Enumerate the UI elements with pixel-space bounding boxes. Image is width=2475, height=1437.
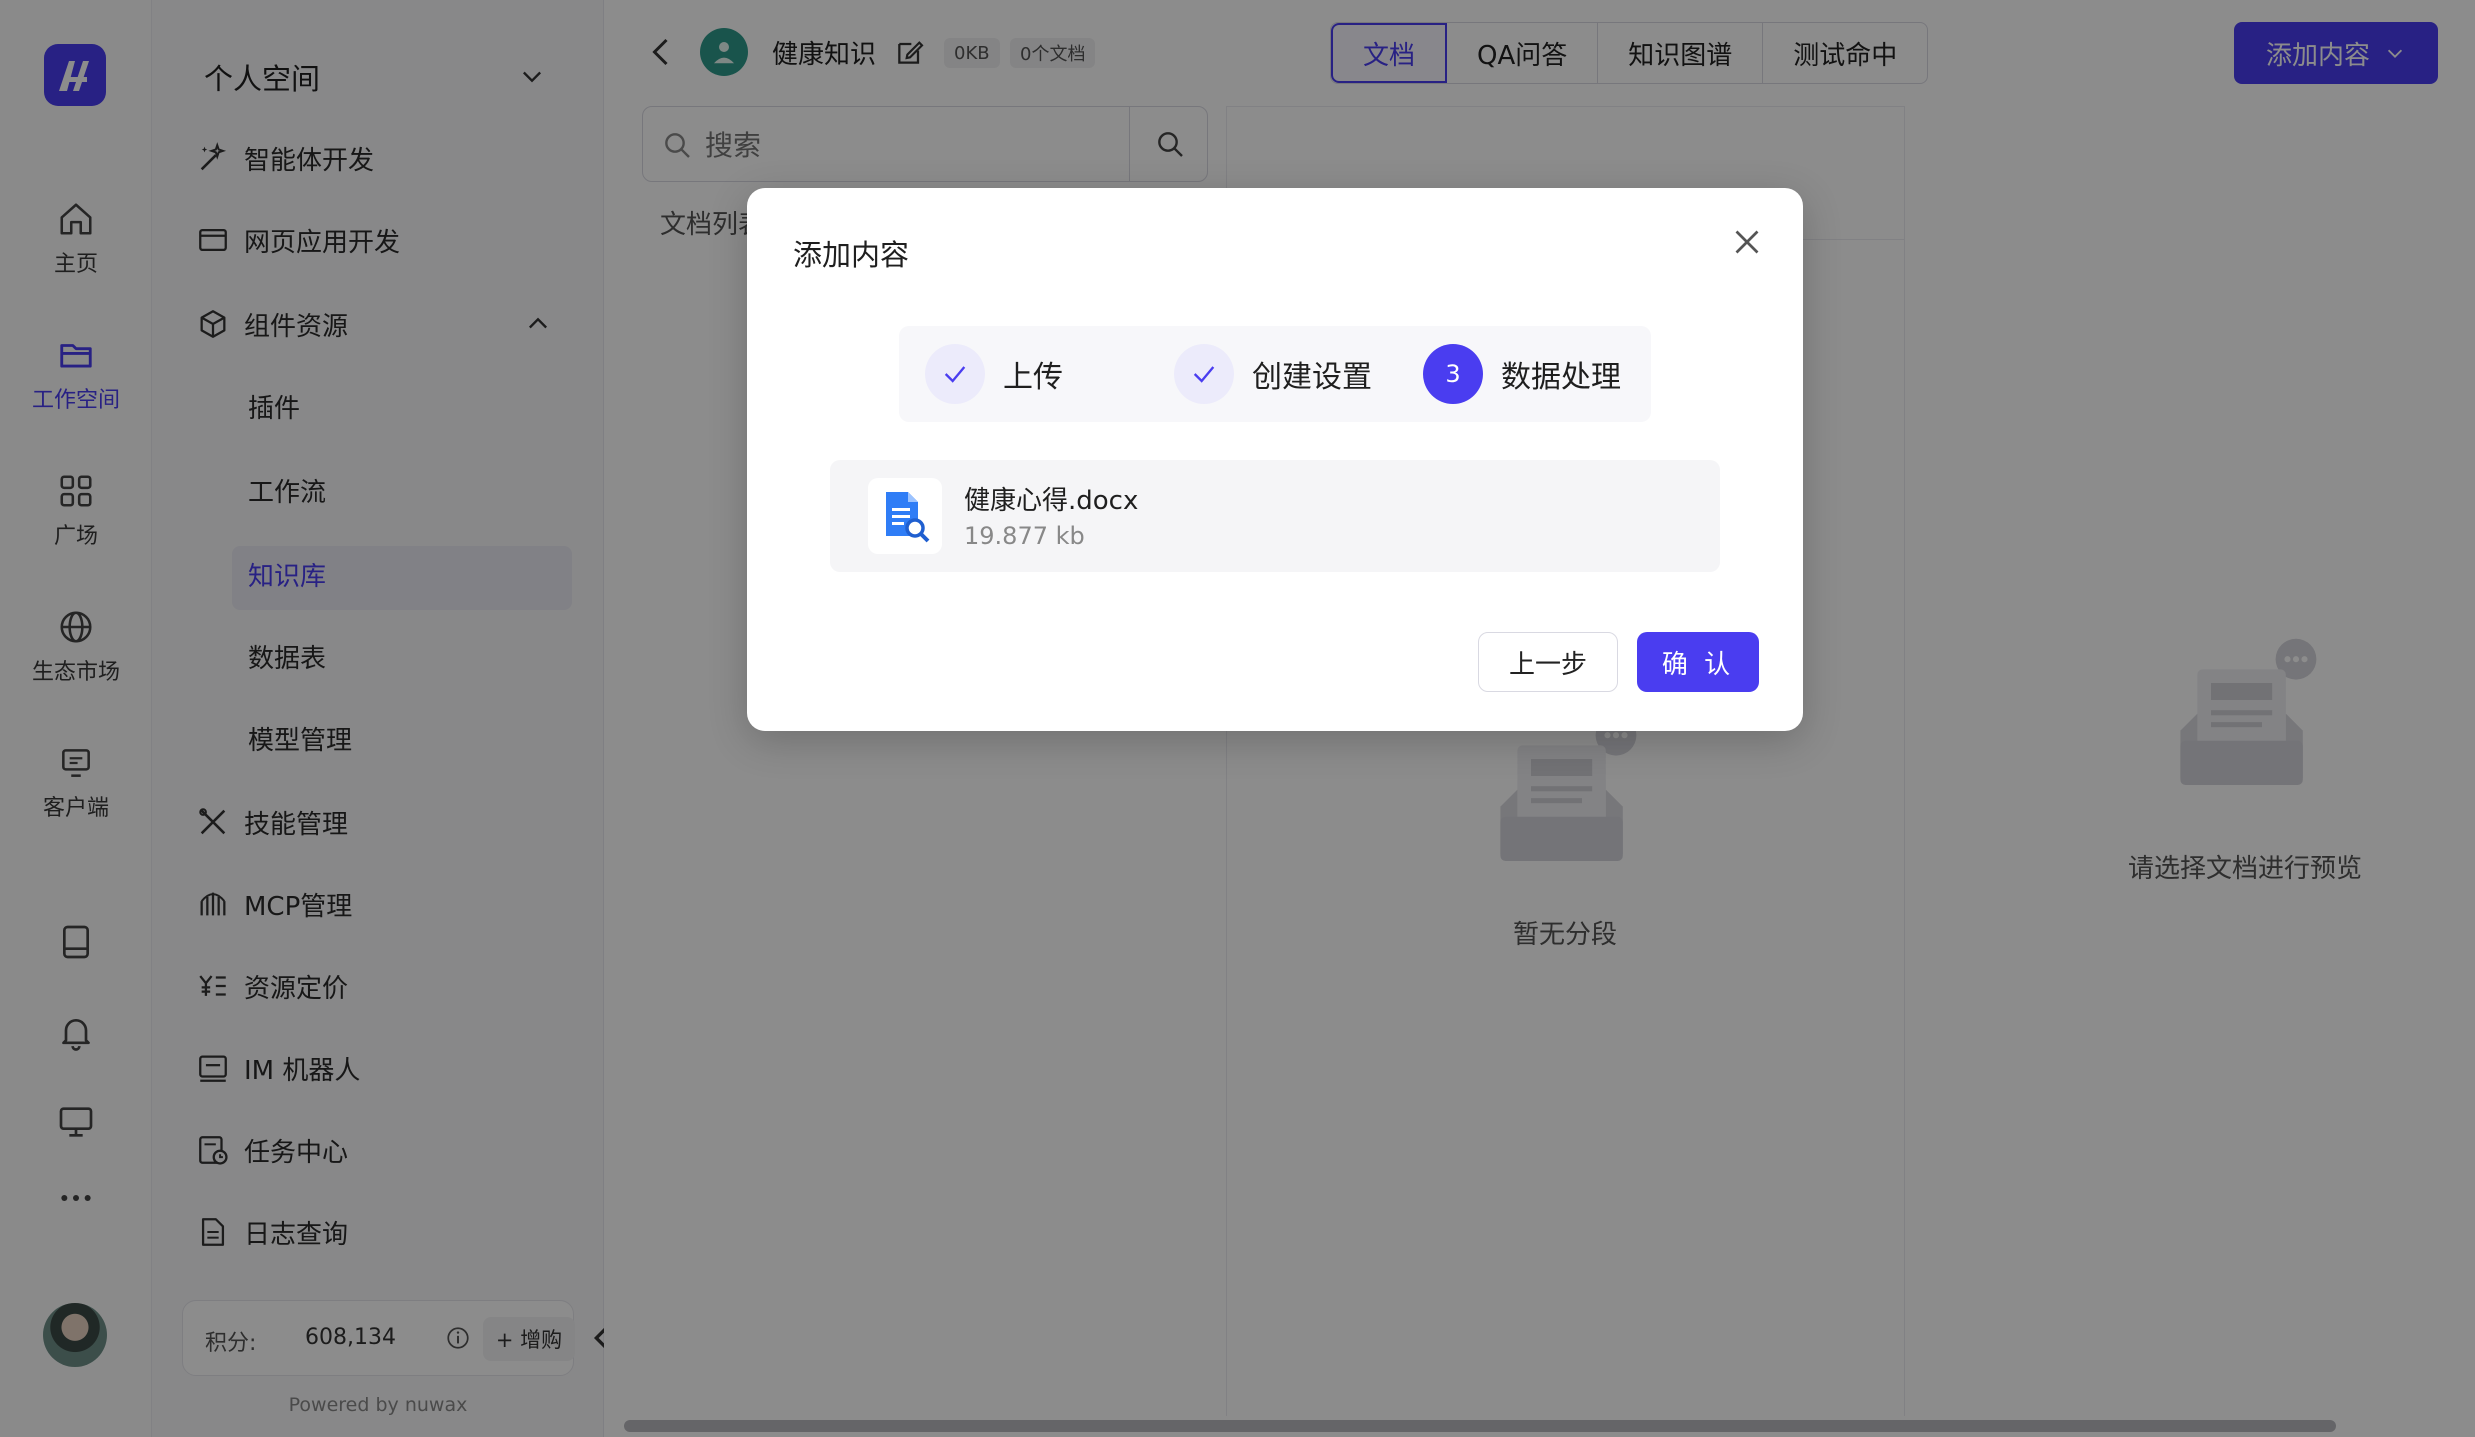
step-data-processing: 3 数据处理 — [1423, 344, 1621, 404]
file-name: 健康心得.docx — [964, 486, 1139, 516]
step-create-settings: 创建设置 — [1174, 344, 1372, 404]
close-icon[interactable] — [1729, 224, 1765, 260]
app-root: 主页 工作空间 广场 生态市场 客户端 个人空间 智能体开发 网页应用开发 组件… — [0, 0, 2475, 1437]
previous-step-button[interactable]: 上一步 — [1478, 632, 1618, 692]
file-doc-search-icon — [868, 478, 942, 554]
step-label: 数据处理 — [1501, 360, 1621, 395]
step-label: 上传 — [1003, 360, 1063, 395]
add-content-modal: 添加内容 上传 创建设置 3 数据处理 健康心得.docx 19.877 kb … — [747, 188, 1803, 731]
check-icon — [1193, 366, 1215, 383]
check-icon — [944, 366, 966, 383]
document-search-icon — [886, 492, 930, 543]
file-size: 19.877 kb — [964, 522, 1085, 550]
steps-indicator: 上传 创建设置 3 数据处理 — [899, 326, 1651, 422]
confirm-button[interactable]: 确 认 — [1637, 632, 1759, 692]
step-label: 创建设置 — [1252, 360, 1372, 395]
step-done-circle — [1174, 344, 1234, 404]
modal-title: 添加内容 — [793, 238, 910, 272]
step-done-circle — [925, 344, 985, 404]
step-upload: 上传 — [925, 344, 1063, 404]
file-item: 健康心得.docx 19.877 kb — [830, 460, 1720, 572]
step-number-circle: 3 — [1423, 344, 1483, 404]
